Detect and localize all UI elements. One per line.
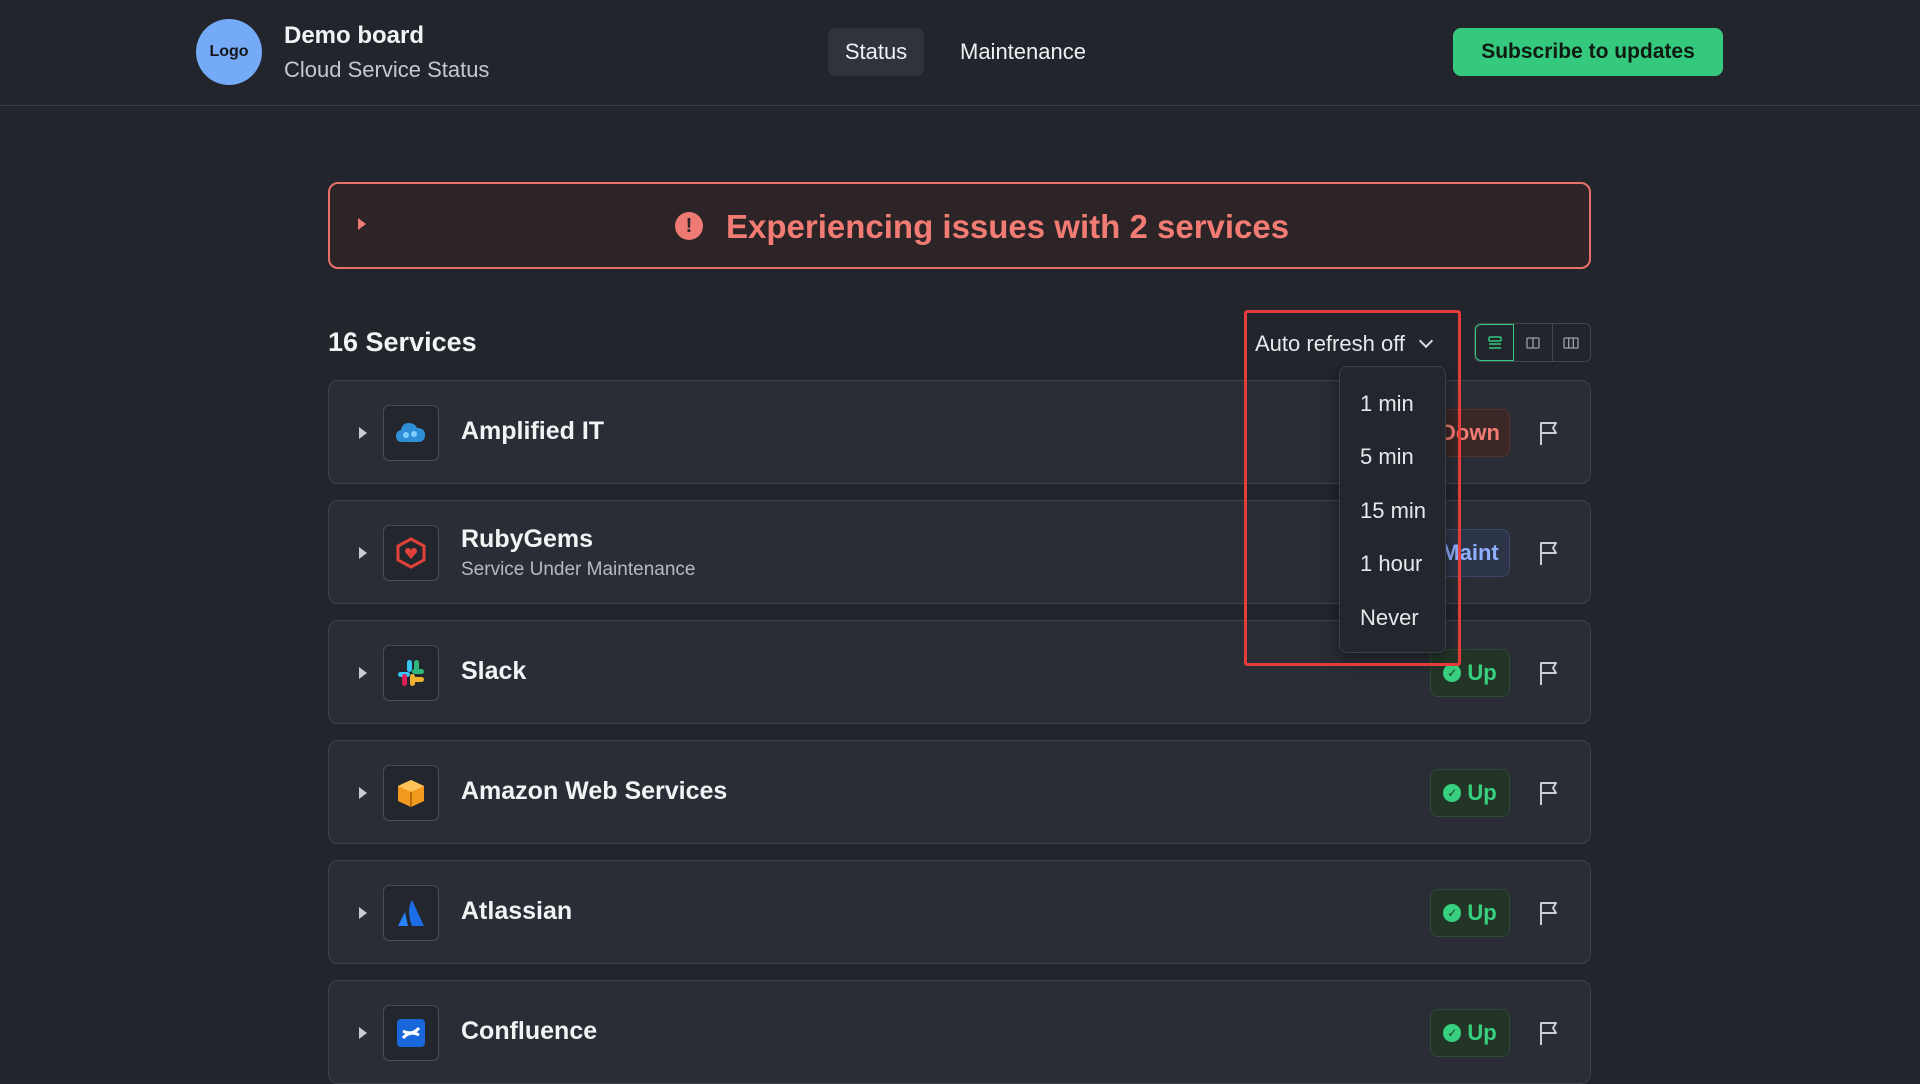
check-circle-icon: ✓ <box>1443 1024 1462 1042</box>
refresh-option-15min[interactable]: 15 min <box>1360 498 1426 524</box>
service-name: Amazon Web Services <box>461 777 728 805</box>
auto-refresh-menu: 1 min 5 min 15 min 1 hour Never <box>1339 366 1446 653</box>
check-circle-icon: ✓ <box>1443 904 1462 922</box>
logo[interactable]: Logo <box>196 19 262 85</box>
exclamation-circle-icon: ! <box>675 212 703 240</box>
service-name: RubyGems <box>461 525 593 553</box>
refresh-option-5min[interactable]: 5 min <box>1360 444 1414 470</box>
flag-icon[interactable] <box>1536 659 1562 687</box>
subscribe-button[interactable]: Subscribe to updates <box>1453 28 1723 76</box>
status-label: Up <box>1467 780 1497 805</box>
nav-maintenance-tab[interactable]: Maintenance <box>960 28 1086 76</box>
service-subtitle: Service Under Maintenance <box>461 559 696 580</box>
confluence-icon <box>383 1005 439 1061</box>
expand-caret-icon[interactable] <box>359 907 367 919</box>
flag-icon[interactable] <box>1536 419 1562 447</box>
service-card-aws[interactable]: Amazon Web Services ✓ Up <box>328 740 1591 844</box>
flag-icon[interactable] <box>1536 779 1562 807</box>
check-circle-icon: ✓ <box>1443 784 1462 802</box>
three-column-icon[interactable] <box>1553 324 1590 361</box>
flag-icon[interactable] <box>1536 539 1562 567</box>
service-name: Confluence <box>461 1017 598 1045</box>
expand-caret-icon[interactable] <box>359 547 367 559</box>
service-name: Slack <box>461 657 527 685</box>
auto-refresh-dropdown[interactable]: Auto refresh off <box>1255 322 1434 366</box>
status-label: Up <box>1467 660 1497 685</box>
ruby-icon <box>383 525 439 581</box>
status-label: Up <box>1467 1020 1497 1045</box>
expand-caret-icon[interactable] <box>359 787 367 799</box>
service-name: Amplified IT <box>461 417 605 445</box>
view-mode-toggle <box>1474 323 1591 362</box>
nav-status-tab[interactable]: Status <box>828 28 924 76</box>
status-badge: ✓ Up <box>1430 769 1510 817</box>
expand-caret-icon[interactable] <box>359 667 367 679</box>
refresh-option-never[interactable]: Never <box>1360 605 1419 631</box>
expand-caret-icon[interactable] <box>359 1027 367 1039</box>
service-card-atlassian[interactable]: Atlassian ✓ Up <box>328 860 1591 964</box>
service-card-confluence[interactable]: Confluence ✓ Up <box>328 980 1591 1084</box>
chevron-down-icon <box>1418 333 1434 349</box>
board-subtitle: Cloud Service Status <box>284 57 490 82</box>
service-name: Atlassian <box>461 897 573 925</box>
board-title: Demo board <box>284 22 425 49</box>
slack-icon <box>383 645 439 701</box>
flag-icon[interactable] <box>1536 899 1562 927</box>
alert-message: Experiencing issues with 2 services <box>726 208 1290 245</box>
check-circle-icon: ✓ <box>1443 664 1462 682</box>
aws-box-icon <box>383 765 439 821</box>
cloud-icon <box>383 405 439 461</box>
flag-icon[interactable] <box>1536 1019 1562 1047</box>
status-badge: ✓ Up <box>1430 649 1510 697</box>
status-label: Up <box>1467 900 1497 925</box>
top-navbar: Logo Demo board Cloud Service Status Sta… <box>0 0 1920 106</box>
two-column-icon[interactable] <box>1514 324 1553 361</box>
services-count: 16 Services <box>328 327 477 357</box>
refresh-option-1min[interactable]: 1 min <box>1360 391 1414 417</box>
auto-refresh-label: Auto refresh off <box>1255 331 1406 356</box>
incident-alert-banner[interactable]: ! Experiencing issues with 2 services <box>328 182 1591 269</box>
expand-caret-icon[interactable] <box>358 218 366 230</box>
list-view-icon[interactable] <box>1475 324 1515 361</box>
refresh-option-1hour[interactable]: 1 hour <box>1360 551 1422 577</box>
expand-caret-icon[interactable] <box>359 427 367 439</box>
status-badge: ✓ Up <box>1430 889 1510 937</box>
atlassian-icon <box>383 885 439 941</box>
